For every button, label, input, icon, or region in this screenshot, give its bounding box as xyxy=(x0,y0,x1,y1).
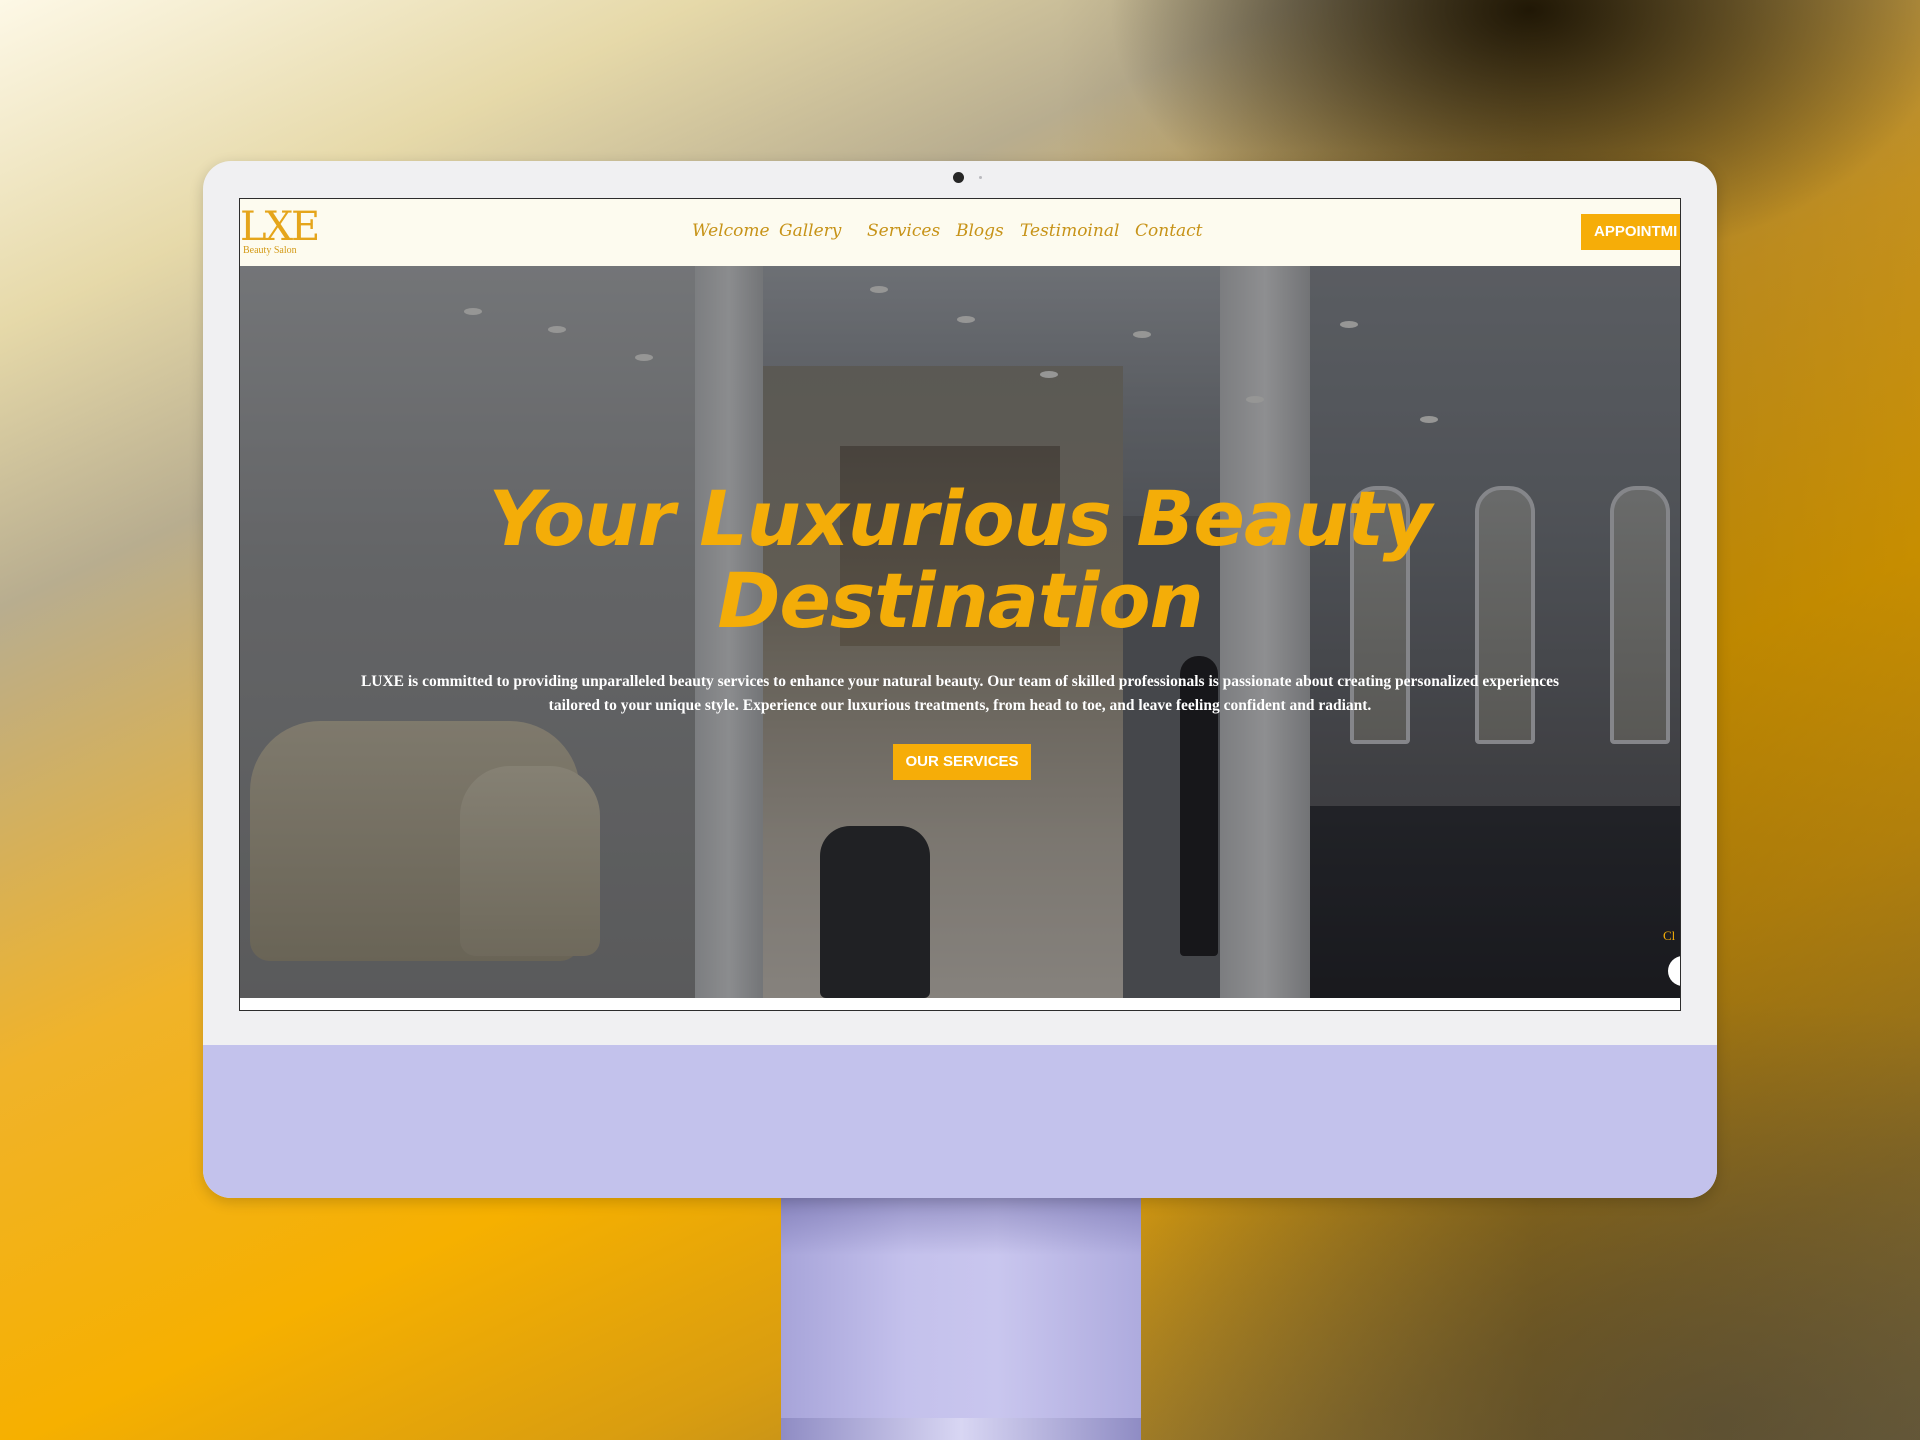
appointment-button[interactable]: APPOINTMI xyxy=(1581,214,1680,250)
hero-title: Your Luxurious Beauty Destination xyxy=(488,474,1432,645)
nav-welcome[interactable]: Welcome xyxy=(692,219,770,243)
page-below-hero xyxy=(240,998,1680,1010)
hero-section: Your Luxurious Beauty Destination LUXE i… xyxy=(240,266,1680,998)
site-header: LXE Beauty Salon Welcome Gallery Service… xyxy=(240,199,1680,266)
hero-description: LUXE is committed to providing unparalle… xyxy=(360,673,1560,714)
nav-contact[interactable]: Contact xyxy=(1135,219,1203,243)
nav-gallery[interactable]: Gallery xyxy=(779,219,841,243)
stand-foot xyxy=(781,1418,1141,1440)
website-screen: LXE Beauty Salon Welcome Gallery Service… xyxy=(239,198,1681,1011)
nav-blogs[interactable]: Blogs xyxy=(956,219,1004,243)
main-nav: Welcome Gallery Services Blogs Testimoin… xyxy=(240,199,1680,266)
our-services-button[interactable]: OUR SERVICES xyxy=(893,744,1031,780)
nav-services[interactable]: Services xyxy=(867,219,940,243)
camera-icon xyxy=(953,172,964,183)
imac-monitor: LXE Beauty Salon Welcome Gallery Service… xyxy=(203,161,1717,1198)
chat-label: Cl xyxy=(1663,928,1676,943)
monitor-stand xyxy=(781,1195,1141,1440)
monitor-chin xyxy=(203,1045,1717,1198)
sensor-dot xyxy=(979,176,982,179)
stand-shadow xyxy=(781,1195,1141,1255)
nav-testimonial[interactable]: Testimoinal xyxy=(1020,219,1119,243)
